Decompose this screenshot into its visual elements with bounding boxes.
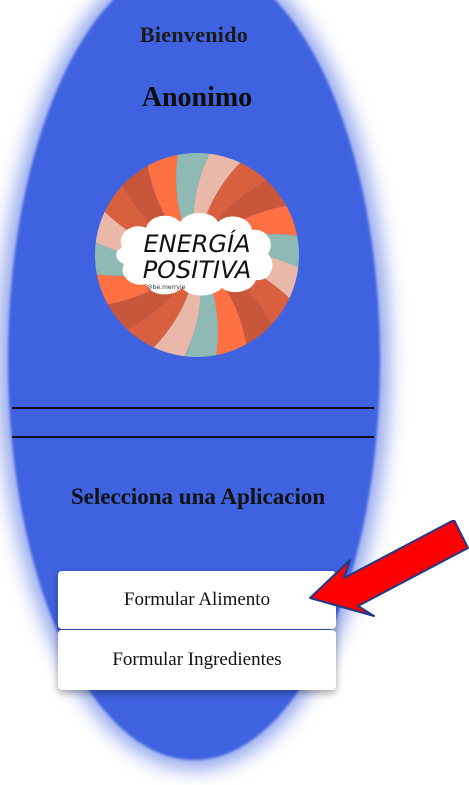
logo-line1: ENERGÍA [143,229,250,258]
select-app-heading: Selecciona una Aplicacion [70,484,326,509]
logo-line2: POSITIVA [143,256,252,284]
divider-bottom [12,436,374,438]
formular-alimento-button[interactable]: Formular Alimento [58,571,336,629]
formular-ingredientes-button[interactable]: Formular Ingredientes [58,630,336,690]
welcome-title: Bienvenido [139,22,249,47]
logo-credit: @be.merryie [147,284,186,291]
red-arrow-icon [309,520,469,617]
divider-top [12,407,374,409]
username-title: Anonimo [141,82,253,113]
energia-positiva-logo: ENERGÍA POSITIVA @be.merryie [95,153,299,357]
app-screen: Bienvenido Anonimo ENERGÍA POSITIVA @be.… [0,0,469,785]
